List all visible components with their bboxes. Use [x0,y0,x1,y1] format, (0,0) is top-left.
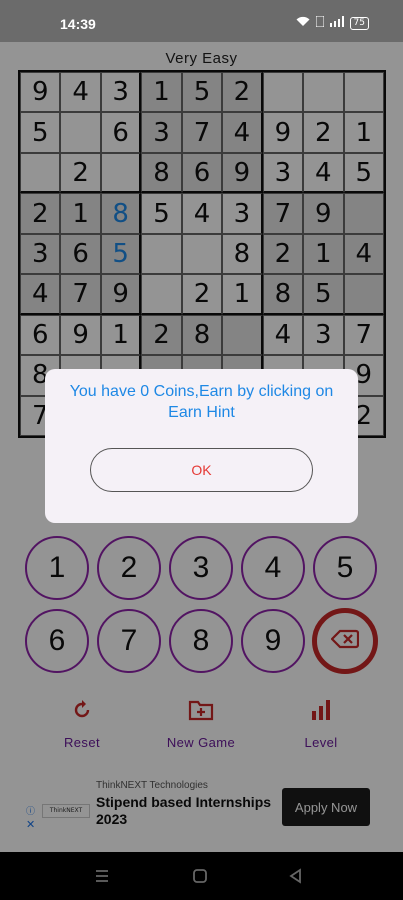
recents-icon[interactable] [92,866,112,886]
wifi-icon [296,16,310,30]
status-icons: 75 [296,15,369,30]
coins-dialog: You have 0 Coins,Earn by clicking on Ear… [45,369,358,523]
back-icon[interactable] [285,866,305,886]
status-time: 14:39 [60,16,96,32]
dialog-message: You have 0 Coins,Earn by clicking on Ear… [69,383,334,421]
data-icon [315,15,325,30]
ok-button[interactable]: OK [90,448,313,492]
battery-icon: 75 [349,16,369,30]
home-icon[interactable] [190,866,210,886]
signal-icon [329,16,344,30]
status-bar: 14:39 75 [0,0,403,42]
system-nav-bar [0,852,403,900]
